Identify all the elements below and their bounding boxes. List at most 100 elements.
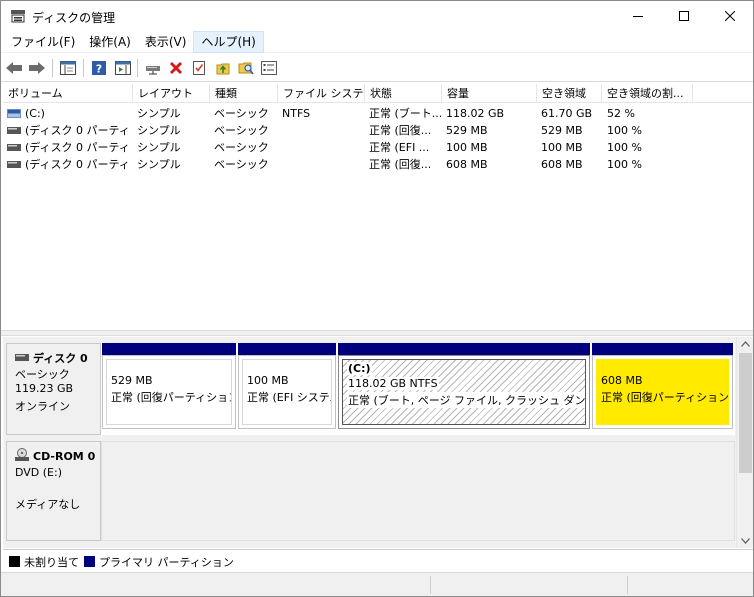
volume-capacity: 100 MB: [446, 141, 488, 154]
svg-text:?: ?: [96, 63, 102, 76]
disk-0-partitions: 529 MB 正常 (回復パーティション) 100 MB 正常 (EFI システ…: [101, 343, 735, 435]
disk-name: ディスク 0: [33, 352, 88, 365]
drive-icon: [7, 161, 21, 168]
table-row[interactable]: (C:) シンプル ベーシック NTFS 正常 (ブート... 118.02 G…: [3, 105, 753, 122]
partition-label: (C:): [347, 362, 372, 375]
window-title: ディスクの管理: [32, 11, 116, 25]
column-header-volume[interactable]: ボリューム: [3, 84, 133, 103]
disk-management-window: ディスクの管理 ファイル(F) 操作(A) 表示(V) ヘルプ(H) ? ボリュ…: [0, 0, 754, 597]
title-bar: ディスクの管理: [1, 1, 753, 31]
column-header-layout[interactable]: レイアウト: [133, 84, 210, 103]
console-tree-icon[interactable]: [58, 58, 78, 78]
column-header-capacity[interactable]: 容量: [442, 84, 537, 103]
volume-capacity: 608 MB: [446, 158, 488, 171]
status-bar: [1, 572, 753, 596]
toolbar: ?: [1, 54, 753, 82]
partition-size: 529 MB: [111, 374, 153, 387]
disk-type: DVD (E:): [15, 466, 63, 479]
search-icon[interactable]: [236, 58, 256, 78]
windows-drive-icon: [7, 109, 21, 118]
scrollbar-thumb[interactable]: [739, 353, 752, 473]
cdrom-0-area: [101, 441, 735, 541]
volume-status: 正常 (回復...: [369, 124, 432, 137]
disk-0-label[interactable]: ディスク 0 ベーシック 119.23 GB オンライン: [6, 343, 101, 435]
volume-name: (C:): [25, 107, 45, 120]
disk-type: ベーシック: [15, 368, 70, 381]
volume-layout: シンプル: [137, 107, 181, 120]
back-icon[interactable]: [4, 58, 24, 78]
properties-icon[interactable]: [259, 58, 279, 78]
vertical-scrollbar[interactable]: [736, 337, 753, 548]
disk-size: 119.23 GB: [15, 382, 74, 395]
partition-efi[interactable]: 100 MB 正常 (EFI システム: [238, 343, 336, 429]
volume-free-space: 61.70 GB: [541, 107, 593, 120]
partition-status: 正常 (回復パーティション): [601, 391, 729, 404]
scroll-down-icon[interactable]: [741, 538, 750, 544]
volume-free-percent: 100 %: [607, 141, 642, 154]
legend-swatch-unallocated: [9, 556, 20, 567]
volume-name: (ディスク 0 パーティシ...: [25, 141, 130, 154]
column-header-free-space[interactable]: 空き領域: [537, 84, 602, 103]
action-pane-icon[interactable]: [113, 58, 133, 78]
upload-icon[interactable]: [213, 58, 233, 78]
partition-highlight: 608 MB 正常 (回復パーティション): [596, 359, 729, 425]
column-header-type[interactable]: 種類: [210, 84, 278, 103]
volume-filesystem: [282, 122, 362, 139]
volume-status: 正常 (EFI ...: [369, 141, 430, 154]
connect-drive-icon[interactable]: [143, 58, 163, 78]
menu-bar: ファイル(F) 操作(A) 表示(V) ヘルプ(H): [1, 31, 753, 53]
volume-layout: シンプル: [137, 141, 181, 154]
volume-free-space: 100 MB: [541, 141, 583, 154]
delete-icon[interactable]: [166, 58, 186, 78]
help-icon[interactable]: ?: [89, 58, 109, 78]
volume-list: ボリューム レイアウト 種類 ファイル システム 状態 容量 空き領域 空き領域…: [3, 84, 753, 329]
drive-icon: [7, 144, 21, 151]
partition-recovery-2[interactable]: 608 MB 正常 (回復パーティション): [592, 343, 733, 429]
table-row[interactable]: (ディスク 0 パーティシ... シンプル ベーシック 正常 (回復... 60…: [3, 156, 753, 173]
legend-label-primary: プライマリ パーティション: [99, 556, 234, 569]
disk-layout-pane: ディスク 0 ベーシック 119.23 GB オンライン 529 MB 正常 (…: [3, 337, 736, 548]
volume-filesystem: [282, 139, 362, 156]
minimize-button[interactable]: [615, 1, 661, 31]
partition-size: 100 MB: [247, 374, 289, 387]
column-header-filesystem[interactable]: ファイル システム: [278, 84, 365, 103]
cdrom-0-label[interactable]: CD-ROM 0 DVD (E:) メディアなし: [6, 441, 101, 541]
volume-status: 正常 (回復...: [369, 158, 432, 171]
maximize-button[interactable]: [661, 1, 707, 31]
menu-view[interactable]: 表示(V): [138, 31, 194, 53]
forward-icon[interactable]: [27, 58, 47, 78]
volume-layout: シンプル: [137, 124, 181, 137]
partition-size: 118.02 GB NTFS: [347, 377, 439, 390]
volume-layout: シンプル: [137, 158, 181, 171]
partition-c-drive[interactable]: (C:) 118.02 GB NTFS 正常 (ブート, ページ ファイル, ク…: [338, 343, 590, 429]
legend-label-unallocated: 未割り当て: [24, 556, 79, 569]
close-button[interactable]: [707, 1, 753, 31]
menu-action[interactable]: 操作(A): [82, 31, 138, 53]
partition-recovery-1[interactable]: 529 MB 正常 (回復パーティション): [102, 343, 236, 429]
volume-free-percent: 100 %: [607, 158, 642, 171]
table-row[interactable]: (ディスク 0 パーティシ... シンプル ベーシック 正常 (EFI ... …: [3, 139, 753, 156]
disk-state: オンライン: [15, 400, 70, 413]
column-header-free-percent[interactable]: 空き領域の割...: [602, 84, 693, 103]
checklist-icon[interactable]: [189, 58, 209, 78]
volume-name: (ディスク 0 パーティシ...: [25, 124, 130, 137]
volume-list-header: ボリューム レイアウト 種類 ファイル システム 状態 容量 空き領域 空き領域…: [3, 84, 753, 103]
table-row[interactable]: (ディスク 0 パーティシ... シンプル ベーシック 正常 (回復... 52…: [3, 122, 753, 139]
volume-free-space: 608 MB: [541, 158, 583, 171]
volume-free-space: 529 MB: [541, 124, 583, 137]
column-header-status[interactable]: 状態: [365, 84, 442, 103]
volume-free-percent: 100 %: [607, 124, 642, 137]
pane-splitter[interactable]: [1, 330, 753, 336]
volume-type: ベーシック: [214, 107, 269, 120]
scroll-up-icon[interactable]: [741, 341, 750, 347]
volume-capacity: 118.02 GB: [446, 107, 505, 120]
volume-free-percent: 52 %: [607, 107, 635, 120]
volume-type: ベーシック: [214, 141, 269, 154]
disk-state: メディアなし: [15, 498, 81, 511]
partition-status: 正常 (EFI システム: [247, 391, 332, 404]
volume-filesystem: [282, 156, 362, 173]
disk-management-app-icon: [10, 9, 26, 23]
partition-status: 正常 (回復パーティション): [111, 391, 232, 404]
menu-file[interactable]: ファイル(F): [4, 31, 82, 53]
menu-help[interactable]: ヘルプ(H): [193, 31, 264, 53]
